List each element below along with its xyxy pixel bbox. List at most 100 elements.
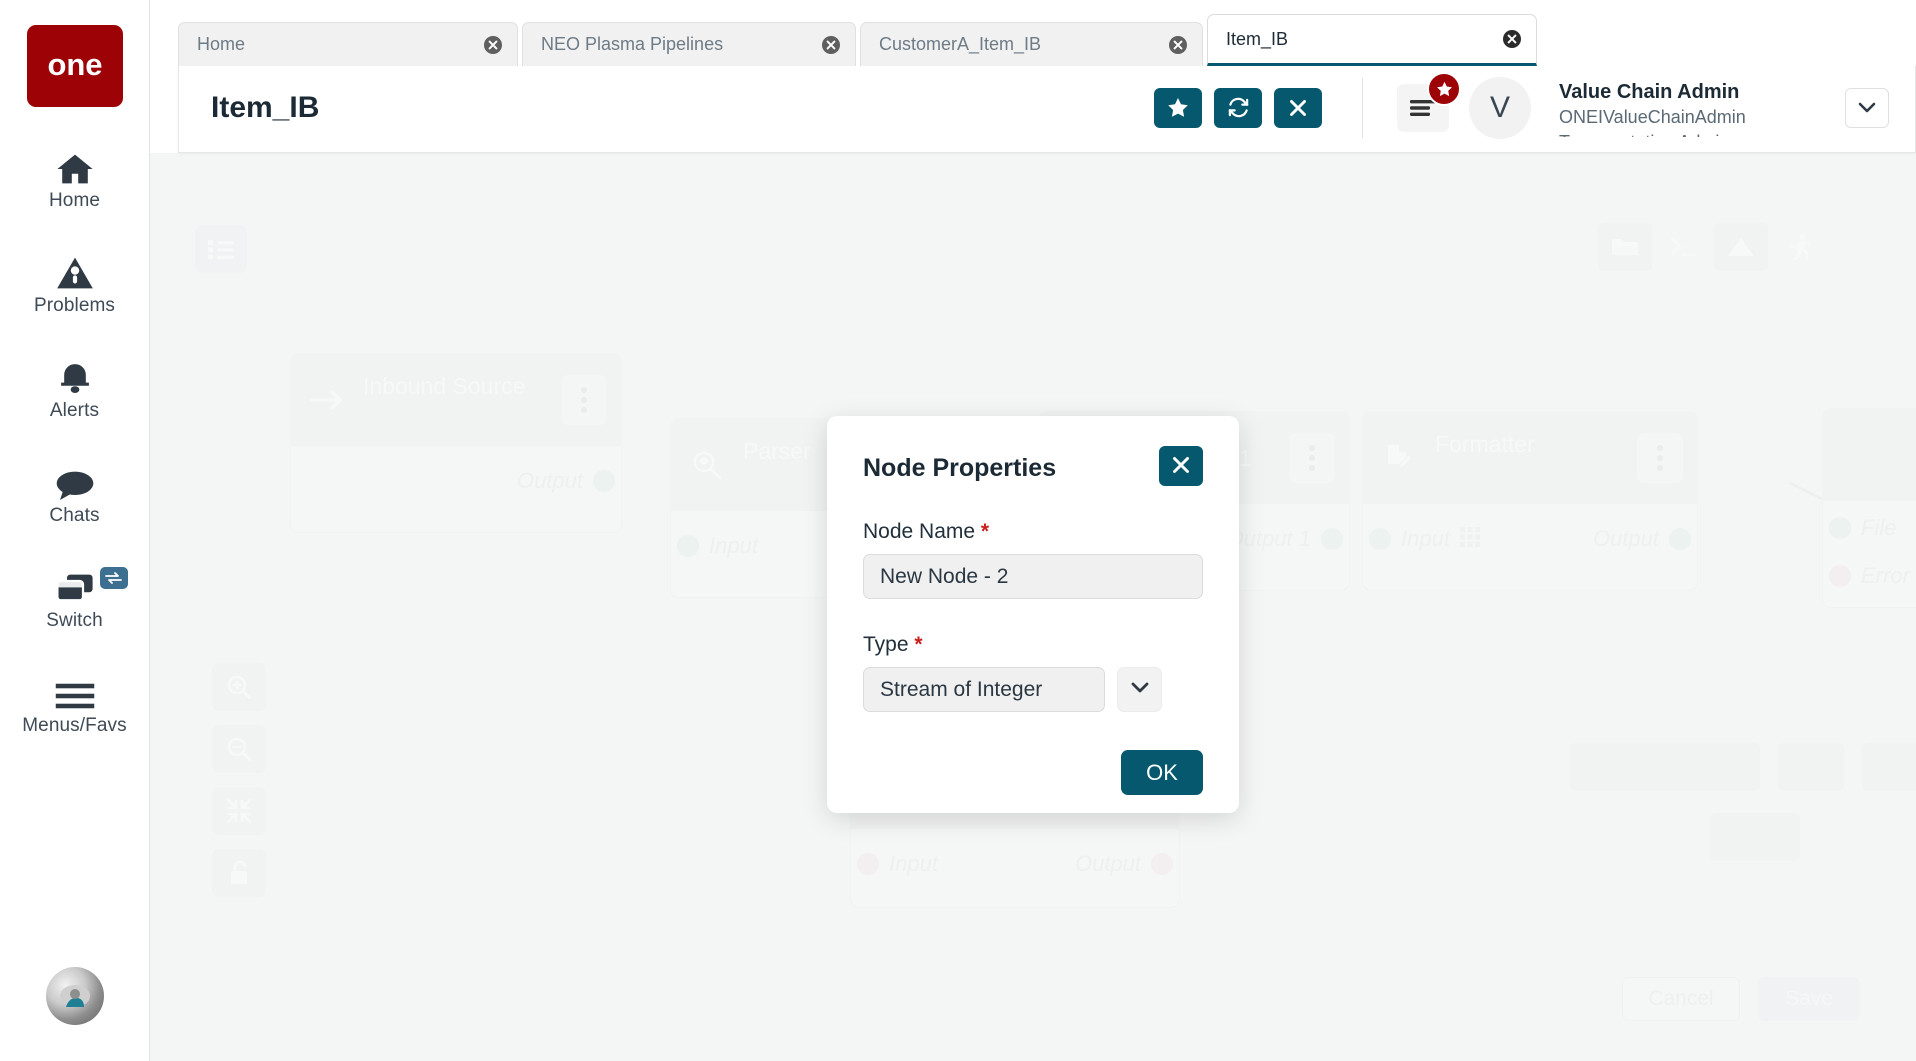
tab-label: Home: [197, 34, 246, 54]
node-header: Inbound Source Source: [291, 354, 621, 446]
unlock-icon[interactable]: [212, 849, 266, 897]
type-dropdown-button[interactable]: [1117, 667, 1162, 712]
bell-icon: [56, 351, 94, 395]
output-port[interactable]: Output: [1593, 526, 1691, 552]
node-title: Inbound Source: [363, 373, 526, 399]
fit-screen-icon[interactable]: [212, 787, 266, 835]
port-dot[interactable]: [1369, 528, 1391, 550]
port-dot[interactable]: [1321, 528, 1343, 550]
port-label: Output: [1074, 851, 1141, 876]
port-dot[interactable]: [677, 535, 699, 557]
close-circle-icon[interactable]: [821, 35, 841, 55]
port-label: Input: [1401, 526, 1450, 551]
output-port[interactable]: Output 1: [1227, 526, 1343, 552]
refresh-button[interactable]: [1214, 87, 1262, 128]
save-button[interactable]: Save: [1758, 977, 1860, 1021]
tab-label: NEO Plasma Pipelines: [541, 34, 724, 54]
chevron-down-icon[interactable]: [1845, 87, 1889, 128]
close-circle-icon[interactable]: [1502, 29, 1522, 49]
ok-button[interactable]: OK: [1121, 750, 1203, 795]
user-meta: Value Chain Admin ONEIValueChainAdmin Tr…: [1559, 79, 1811, 137]
node-name-label: Node Name *: [863, 520, 1203, 544]
avatar[interactable]: V: [1469, 76, 1531, 139]
node-menu-icon[interactable]: [1637, 433, 1683, 483]
port-dot[interactable]: [593, 470, 615, 492]
user-login: ONEIValueChainAdmin: [1559, 106, 1746, 127]
node-body: Input Output: [1363, 504, 1697, 578]
close-button[interactable]: [1274, 87, 1322, 128]
home-icon: [55, 141, 95, 185]
port-dot[interactable]: [857, 853, 879, 875]
sidebar-item-home[interactable]: Home: [0, 141, 150, 212]
port-dot[interactable]: [1151, 853, 1173, 875]
tab-home[interactable]: Home: [178, 22, 518, 66]
port-dot[interactable]: [1829, 517, 1851, 539]
node-formatter[interactable]: Formatter Format Input Output: [1362, 411, 1698, 591]
tab-label: CustomerA_Item_IB: [879, 34, 1042, 54]
tab-item-ib[interactable]: Item_IB: [1207, 14, 1537, 66]
input-port[interactable]: Input: [677, 533, 758, 559]
favorite-button[interactable]: [1154, 87, 1202, 128]
folder-icon[interactable]: [1598, 223, 1652, 271]
dialog-close-button[interactable]: [1159, 446, 1203, 486]
arrow-right-icon: [305, 388, 349, 412]
logo-text: one: [47, 49, 102, 82]
zoom-in-icon[interactable]: [212, 663, 266, 711]
tab-bar: Home NEO Plasma Pipelines CustomerA_Item…: [150, 0, 1916, 66]
chat-bubble-icon: [55, 456, 95, 500]
dialog-footer: OK: [863, 750, 1203, 795]
close-circle-icon[interactable]: [1168, 35, 1188, 55]
tab-neo-plasma-pipelines[interactable]: NEO Plasma Pipelines: [522, 22, 856, 66]
swap-arrows-icon[interactable]: [99, 567, 128, 589]
type-label: Type *: [863, 633, 1203, 657]
error-port[interactable]: Error: [1829, 563, 1910, 589]
node-menu-icon[interactable]: [561, 375, 607, 425]
input-port[interactable]: Input: [857, 851, 938, 877]
label-text: Type: [863, 633, 909, 656]
zoom-tools: [212, 663, 266, 897]
sidebar-item-alerts[interactable]: Alerts: [0, 351, 150, 422]
node-name-field: Node Name *: [863, 520, 1203, 599]
tab-label: Item_IB: [1226, 28, 1289, 49]
list-view-icon[interactable]: [195, 225, 247, 273]
node-inbound-source[interactable]: Inbound Source Source Output: [290, 353, 622, 533]
placeholder-block: [1570, 743, 1760, 791]
port-dot[interactable]: [1669, 528, 1691, 550]
file-port[interactable]: File: [1829, 515, 1896, 541]
header-menu-wrap: [1397, 71, 1461, 132]
type-input[interactable]: [863, 667, 1105, 712]
sidebar-item-label: Switch: [46, 610, 103, 631]
label-text: Node Name: [863, 520, 976, 543]
node-menu-icon[interactable]: [1289, 433, 1335, 483]
sidebar-item-switch[interactable]: Switch: [0, 561, 150, 632]
star-icon[interactable]: [1427, 71, 1461, 106]
sidebar-item-menus-favs[interactable]: Menus/Favs: [0, 666, 150, 737]
port-label: Output: [516, 468, 583, 493]
output-port[interactable]: Output: [517, 468, 615, 494]
close-circle-icon[interactable]: [483, 35, 503, 55]
sidebar-item-chats[interactable]: Chats: [0, 456, 150, 527]
assistant-orb-icon[interactable]: [45, 967, 104, 1025]
primary-sidebar: one Home Problems Alerts Chats Switch Me…: [0, 0, 150, 1061]
user-role: Transportation Admin: [1559, 130, 1811, 137]
app-root: one Home Problems Alerts Chats Switch Me…: [0, 0, 1916, 1061]
one-logo[interactable]: one: [26, 25, 123, 107]
port-label: Input: [889, 851, 938, 876]
cancel-button[interactable]: Cancel: [1622, 977, 1740, 1021]
port-dot[interactable]: [1829, 565, 1851, 587]
node-name-input[interactable]: [863, 554, 1203, 599]
sidebar-item-problems[interactable]: Problems: [0, 246, 150, 317]
input-port[interactable]: Input: [1369, 526, 1480, 552]
node-subtitle: Source: [363, 401, 436, 427]
sidebar-item-label: Home: [48, 190, 101, 211]
runner-icon[interactable]: [1772, 223, 1826, 271]
node-file-sink[interactable]: File Error: [1822, 408, 1916, 608]
type-select-row: [863, 667, 1203, 712]
node-body: File Error: [1823, 501, 1916, 605]
zoom-out-icon[interactable]: [212, 725, 266, 773]
output-port[interactable]: Output: [1075, 851, 1173, 877]
image-icon[interactable]: [1714, 223, 1768, 271]
terminal-icon[interactable]: [1656, 223, 1710, 271]
tab-customera-item-ib[interactable]: CustomerA_Item_IB: [860, 22, 1203, 66]
required-marker: *: [914, 633, 923, 656]
